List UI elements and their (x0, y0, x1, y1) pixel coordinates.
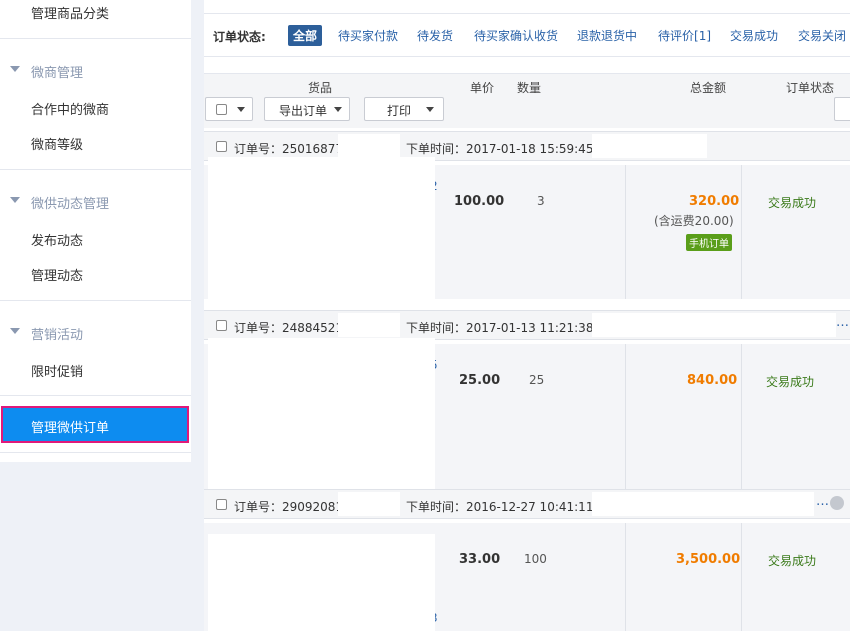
tab-all[interactable]: 全部 (288, 25, 323, 46)
divider (741, 165, 742, 299)
divider (625, 165, 626, 299)
product-image[interactable] (208, 157, 435, 307)
export-orders-label: 导出订单 (279, 104, 328, 118)
tab-awaiting-shipment[interactable]: 待发货 (417, 27, 453, 44)
order-checkbox[interactable] (216, 320, 227, 331)
sidebar-item-flash-sale[interactable]: 限时促销 (31, 361, 83, 380)
sidebar-item-manage-categories[interactable]: 管理商品分类 (31, 3, 109, 22)
divider (625, 344, 626, 490)
redaction (338, 134, 400, 158)
sidebar-item-manage-updates[interactable]: 管理动态 (31, 265, 83, 284)
tab-closed[interactable]: 交易关闭 (798, 27, 846, 44)
redaction (338, 313, 400, 337)
tab-awaiting-receipt[interactable]: 待买家确认收货 (474, 27, 558, 44)
quantity: 100 (524, 552, 547, 566)
review-count: [1] (694, 29, 712, 43)
quantity: 3 (537, 194, 545, 208)
unit-price: 25.00 (459, 373, 501, 388)
divider (625, 523, 626, 631)
redaction (592, 313, 836, 337)
sidebar-item-merchant-levels[interactable]: 微商等级 (31, 134, 83, 153)
tab-to-review[interactable]: 待评价[1] (658, 27, 711, 44)
order-header: 订单号：29092081 下单时间：2016-12-27 10:41:11 … (204, 489, 850, 519)
redaction (592, 134, 707, 158)
order-time: 下单时间：2016-12-27 10:41:11 (406, 500, 594, 514)
more-icon[interactable]: … (816, 494, 829, 509)
divider (741, 523, 742, 631)
redaction (592, 492, 814, 516)
divider (741, 344, 742, 490)
sidebar-item-manage-orders[interactable]: 管理微供订单 (1, 406, 189, 443)
column-quantity: 数量 (517, 81, 542, 95)
print-label: 打印 (387, 104, 412, 118)
column-unit-price: 单价 (470, 81, 495, 95)
chevron-down-icon[interactable] (10, 66, 20, 72)
column-total: 总金额 (690, 81, 727, 95)
order-panel: 订单状态: 全部 待买家付款 待发货 待买家确认收货 退款退货中 待评价[1] … (204, 0, 850, 631)
sidebar-group-title[interactable]: 营销活动 (31, 324, 83, 343)
order-checkbox[interactable] (216, 499, 227, 510)
chevron-down-icon (237, 107, 245, 112)
order-number: 订单号：24884521 (234, 321, 344, 335)
sidebar-item-partner-merchants[interactable]: 合作中的微商 (31, 99, 109, 118)
shipping-fee: (含运费20.00) (654, 214, 734, 228)
chevron-down-icon (334, 107, 342, 112)
export-orders-button[interactable]: 导出订单 (264, 97, 350, 121)
tab-refund[interactable]: 退款退货中 (577, 27, 637, 44)
total-amount: 3,500.00 (676, 552, 741, 567)
chevron-down-icon[interactable] (10, 197, 20, 203)
sidebar: 管理商品分类 微商管理 合作中的微商 微商等级 微供动态管理 发布动态 管理动态… (0, 0, 191, 462)
divider (0, 169, 191, 170)
order-number: 订单号：25016877 (234, 142, 344, 156)
sidebar-item-label: 管理微供订单 (31, 421, 110, 436)
divider (0, 395, 191, 396)
order-time: 下单时间：2017-01-13 11:21:38 (406, 321, 594, 335)
tab-completed[interactable]: 交易成功 (730, 27, 778, 44)
redaction (338, 492, 400, 516)
product-image[interactable] (208, 338, 435, 490)
order-checkbox[interactable] (216, 141, 227, 152)
order-header: 订单号：24884521 下单时间：2017-01-13 11:21:38 … (204, 310, 850, 340)
status-filter-bar: 订单状态: 全部 待买家付款 待发货 待买家确认收货 退款退货中 待评价[1] … (204, 13, 850, 57)
total-amount: 320.00 (689, 194, 740, 209)
unit-price: 33.00 (459, 552, 501, 567)
sidebar-group-title[interactable]: 微供动态管理 (31, 193, 109, 212)
tab-awaiting-payment[interactable]: 待买家付款 (338, 27, 398, 44)
sidebar-group-title[interactable]: 微商管理 (31, 62, 83, 81)
more-button[interactable] (834, 97, 850, 121)
column-goods: 货品 (308, 81, 333, 95)
order-time: 下单时间：2017-01-18 15:59:45 (406, 142, 594, 156)
order-status: 交易成功 (768, 554, 817, 568)
column-order-status: 订单状态 (786, 81, 835, 95)
toolbar: 导出订单 打印 (204, 96, 850, 128)
order-status: 交易成功 (766, 375, 815, 389)
tab-label: 待评价 (658, 29, 695, 43)
order-status: 交易成功 (768, 196, 817, 210)
more-icon[interactable]: … (836, 315, 849, 330)
chevron-down-icon (426, 107, 434, 112)
print-button[interactable]: 打印 (364, 97, 444, 121)
divider (0, 300, 191, 301)
quantity: 25 (529, 373, 545, 387)
sidebar-item-publish-updates[interactable]: 发布动态 (31, 230, 83, 249)
divider (0, 452, 191, 453)
select-all-dropdown[interactable] (205, 97, 253, 121)
product-image[interactable] (208, 534, 435, 631)
status-filter-label: 订单状态: (213, 30, 266, 44)
unit-price: 100.00 (454, 194, 505, 209)
chat-icon[interactable] (830, 496, 844, 510)
chevron-down-icon[interactable] (10, 328, 20, 334)
total-amount: 840.00 (687, 373, 738, 388)
select-all-checkbox[interactable] (216, 104, 227, 115)
mobile-order-badge: 手机订单 (686, 234, 732, 251)
order-number: 订单号：29092081 (234, 500, 344, 514)
divider (0, 38, 191, 39)
